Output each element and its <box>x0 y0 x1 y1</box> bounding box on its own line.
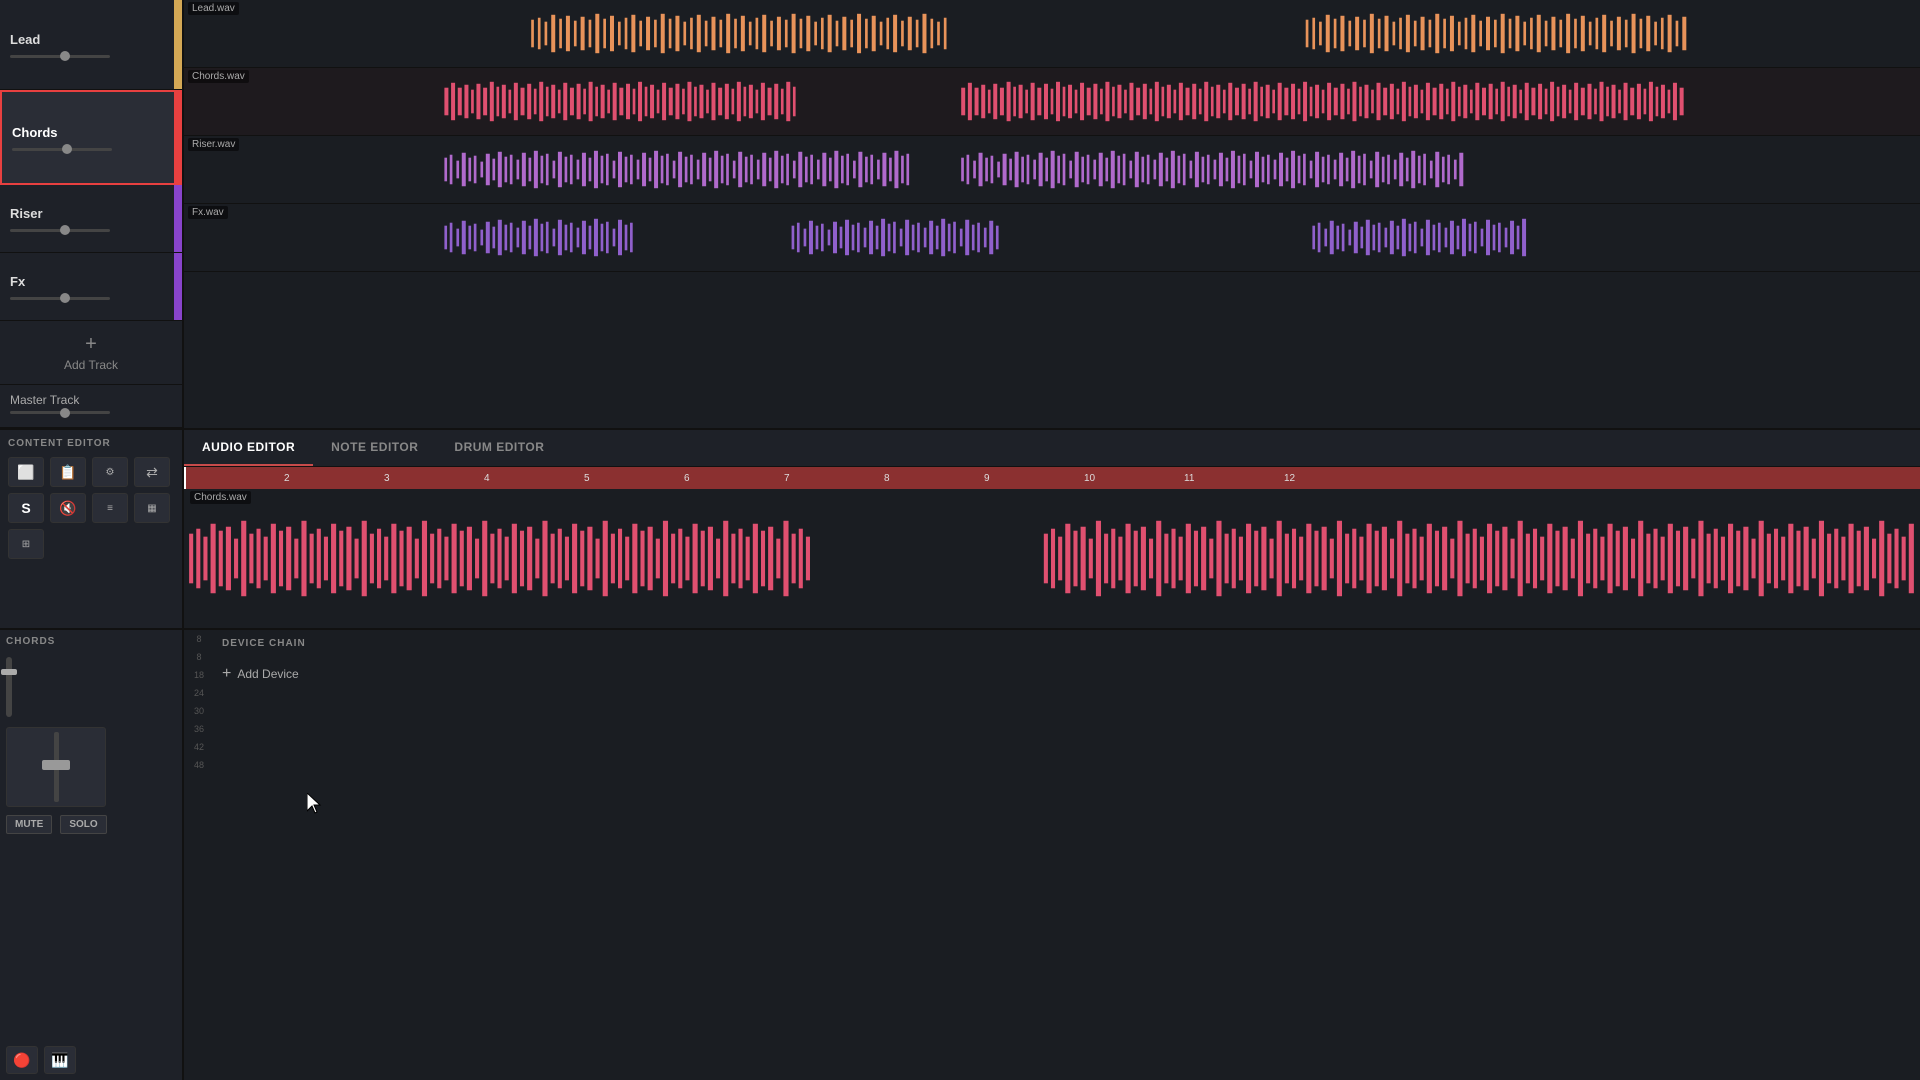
tab-drum-editor[interactable]: DRUM EDITOR <box>436 430 562 466</box>
main-fader[interactable] <box>6 727 106 807</box>
solo-button[interactable]: SOLO <box>60 815 106 834</box>
db-18: 18 <box>194 670 204 680</box>
timeline-marker-2: 2 <box>284 473 290 484</box>
track-color-bar-lead <box>174 0 182 89</box>
audio-waveform-svg <box>184 489 1920 628</box>
add-track-plus-icon: + <box>85 333 97 356</box>
timeline-marker-12: 12 <box>1284 473 1295 484</box>
tab-audio-editor[interactable]: AUDIO EDITOR <box>184 430 313 466</box>
add-device-button[interactable]: + Add Device <box>222 665 1912 683</box>
content-editor-label: CONTENT EDITOR <box>8 438 174 449</box>
ce-btn-paste[interactable]: 📋 <box>50 457 86 487</box>
add-device-label: Add Device <box>237 667 298 681</box>
vertical-fader[interactable] <box>6 657 12 717</box>
fader-thumb <box>42 760 70 770</box>
timeline-track-lead: Lead.wav <box>184 0 1920 68</box>
tab-note-editor[interactable]: NOTE EDITOR <box>313 430 436 466</box>
timeline-track-chords: Chords.wav <box>184 68 1920 136</box>
riser-file-label: Riser.wav <box>188 138 239 151</box>
track-list: Lead Chords Riser Fx <box>0 0 184 428</box>
timeline-track-fx: Fx.wav <box>184 204 1920 272</box>
fader-track <box>54 732 59 802</box>
mute-button[interactable]: MUTE <box>6 815 52 834</box>
device-chain-panel: DEVICE CHAIN + Add Device <box>214 630 1920 1080</box>
db-8a: 8 <box>196 634 201 644</box>
track-volume-chords[interactable] <box>12 148 112 151</box>
editor-tabs: AUDIO EDITOR NOTE EDITOR DRUM EDITOR <box>184 430 1920 467</box>
timeline-marker-3: 3 <box>384 473 390 484</box>
track-item-lead[interactable]: Lead <box>0 0 182 90</box>
db-48: 48 <box>194 760 204 770</box>
track-label-chords: Chords <box>12 125 172 140</box>
track-color-bar-fx <box>174 253 182 320</box>
timeline-area: Lead.wav <box>184 0 1920 428</box>
ce-btn-mute-speaker[interactable]: 🔇 <box>50 493 86 523</box>
chords-section-label: CHORDS <box>6 636 176 647</box>
timeline-playhead <box>184 467 186 489</box>
chords-record-btn[interactable]: 🔴 <box>6 1046 38 1074</box>
timeline-marker-6: 6 <box>684 473 690 484</box>
track-color-bar-riser <box>174 185 182 252</box>
ce-btn-copy[interactable]: ⬜ <box>8 457 44 487</box>
ce-btn-matrix[interactable]: ⊞ <box>8 529 44 559</box>
vertical-fader-thumb <box>1 669 17 675</box>
master-track[interactable]: Master Track <box>0 385 182 428</box>
content-editor-panel: CONTENT EDITOR ⬜ 📋 ⚙ ⇄ S 🔇 ≡ ▦ ⊞ <box>0 430 184 628</box>
audio-waveform-file-label: Chords.wav <box>190 491 251 504</box>
timeline-marker-10: 10 <box>1084 473 1095 484</box>
track-item-chords[interactable]: Chords <box>0 90 182 185</box>
lead-file-label: Lead.wav <box>188 2 239 15</box>
db-8b: 8 <box>196 652 201 662</box>
master-track-label: Master Track <box>10 393 172 407</box>
track-color-bar-chords <box>174 92 182 183</box>
track-item-riser[interactable]: Riser <box>0 185 182 253</box>
add-track-button[interactable]: + Add Track <box>0 321 182 385</box>
ce-btn-eq[interactable]: ≡ <box>92 493 128 523</box>
chords-piano-btn[interactable]: 🎹 <box>44 1046 76 1074</box>
timeline-marker-4: 4 <box>484 473 490 484</box>
db-24: 24 <box>194 688 204 698</box>
timeline-marker-9: 9 <box>984 473 990 484</box>
timeline-marker-8: 8 <box>884 473 890 484</box>
fx-waveform <box>184 204 1920 271</box>
timeline-marker-11: 11 <box>1184 473 1194 484</box>
track-label-lead: Lead <box>10 32 172 47</box>
master-volume-slider[interactable] <box>10 411 110 414</box>
ce-btn-grid[interactable]: ⚙ <box>92 457 128 487</box>
chords-file-label: Chords.wav <box>188 70 249 83</box>
vertical-fader-area <box>6 657 176 717</box>
timeline-track-riser: Riser.wav <box>184 136 1920 204</box>
track-item-fx[interactable]: Fx <box>0 253 182 321</box>
content-editor-icons: ⬜ 📋 ⚙ ⇄ S 🔇 ≡ ▦ ⊞ <box>8 457 174 559</box>
ce-btn-loop[interactable]: ⇄ <box>134 457 170 487</box>
track-volume-lead[interactable] <box>10 55 110 58</box>
device-chain-label: DEVICE CHAIN <box>222 638 1912 649</box>
track-label-riser: Riser <box>10 206 172 221</box>
track-volume-fx[interactable] <box>10 297 110 300</box>
track-volume-riser[interactable] <box>10 229 110 232</box>
db-30: 30 <box>194 706 204 716</box>
add-device-plus-icon: + <box>222 665 231 683</box>
ce-btn-pattern[interactable]: ▦ <box>134 493 170 523</box>
timeline-marker-7: 7 <box>784 473 790 484</box>
track-label-fx: Fx <box>10 274 172 289</box>
audio-editor-timeline: 2 3 4 5 6 7 8 9 10 11 12 <box>184 467 1920 489</box>
chords-icon-row: 🔴 🎹 <box>6 1046 176 1074</box>
fx-file-label: Fx.wav <box>188 206 228 219</box>
timeline-marker-5: 5 <box>584 473 590 484</box>
chords-controls: MUTE SOLO <box>6 815 176 834</box>
add-track-label: Add Track <box>64 358 118 372</box>
db-42: 42 <box>194 742 204 752</box>
db-36: 36 <box>194 724 204 734</box>
chords-waveform <box>184 68 1920 135</box>
audio-waveform-panel: Chords.wav <box>184 489 1920 628</box>
db-scale: 8 8 18 24 30 36 42 48 <box>184 630 214 1080</box>
audio-editor-panel: AUDIO EDITOR NOTE EDITOR DRUM EDITOR 2 3… <box>184 430 1920 628</box>
lead-waveform <box>184 0 1920 67</box>
chords-panel: CHORDS MUTE SOLO 🔴 🎹 <box>0 630 184 1080</box>
ce-btn-s[interactable]: S <box>8 493 44 523</box>
riser-waveform <box>184 136 1920 203</box>
